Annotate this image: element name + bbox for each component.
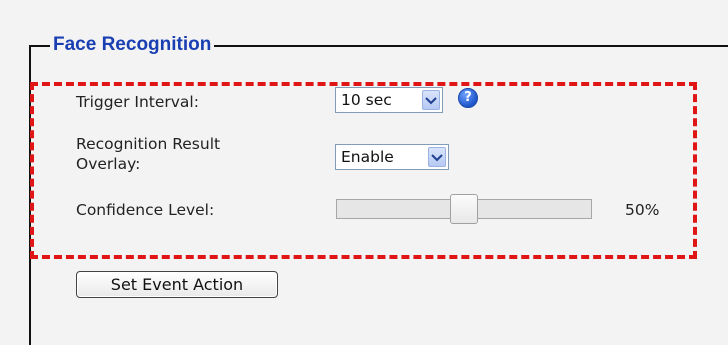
- overlay-select[interactable]: Enable: [335, 144, 449, 170]
- slider-thumb[interactable]: [450, 194, 478, 224]
- confidence-slider[interactable]: [336, 194, 592, 224]
- chevron-down-icon[interactable]: [422, 90, 440, 110]
- chevron-down-icon[interactable]: [428, 147, 446, 167]
- confidence-level-label: Confidence Level:: [76, 201, 215, 219]
- set-event-action-button[interactable]: Set Event Action: [76, 271, 278, 298]
- trigger-interval-value: 10 sec: [341, 91, 392, 109]
- section-title: Face Recognition: [50, 33, 215, 57]
- trigger-interval-select[interactable]: 10 sec: [335, 87, 443, 113]
- help-icon[interactable]: ?: [458, 88, 478, 108]
- overlay-label-line1: Recognition Result: [76, 135, 221, 153]
- trigger-interval-label: Trigger Interval:: [76, 93, 199, 111]
- overlay-label-line2: Overlay:: [76, 155, 141, 173]
- confidence-value: 50%: [625, 201, 660, 219]
- overlay-value: Enable: [341, 148, 394, 166]
